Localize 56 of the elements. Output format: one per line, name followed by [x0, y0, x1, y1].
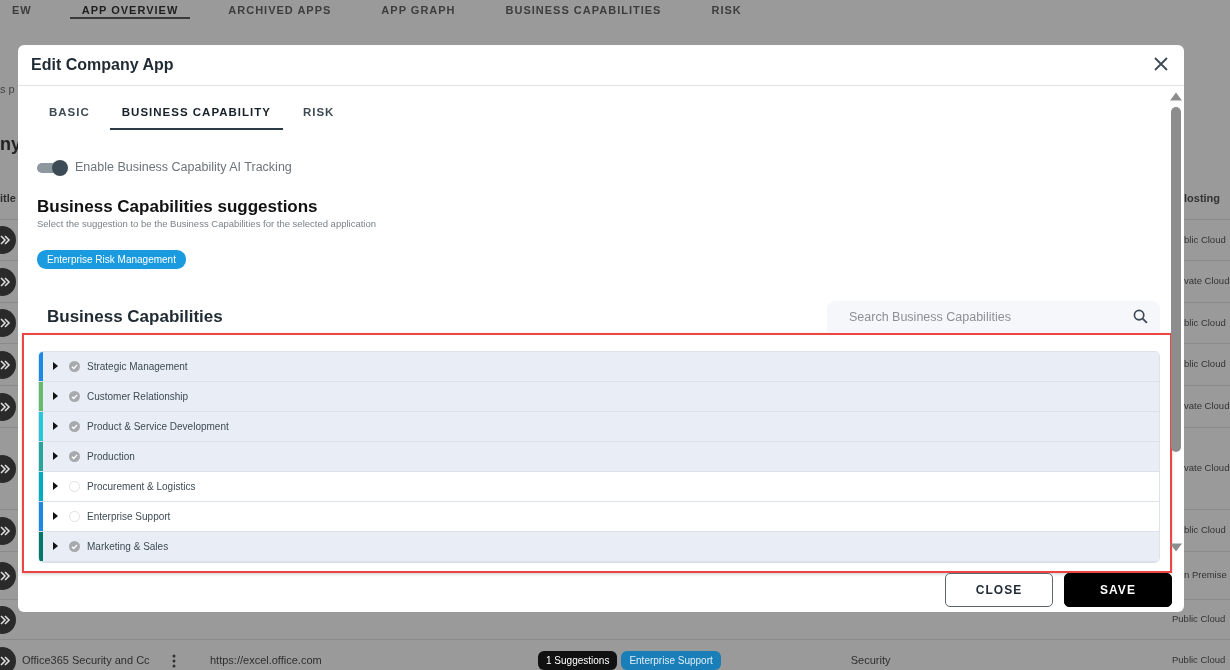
hosting-text: Public Cloud — [1172, 654, 1226, 666]
dialog-title: Edit Company App — [31, 55, 174, 75]
hosting-text: vate Cloud — [1184, 462, 1230, 474]
column-header: losting — [1184, 192, 1221, 205]
section-heading: Business Capabilities suggestions — [37, 197, 319, 218]
empty-circle-icon — [69, 480, 80, 492]
category-text: Security — [850, 653, 891, 669]
nav-tab[interactable]: ARCHIVED APPS — [216, 0, 344, 19]
app-url: https://excel.office.com — [210, 653, 323, 669]
nav-tab[interactable]: BUSINESS CAPABILITIES — [493, 0, 674, 19]
section-heading: Business Capabilities — [46, 306, 223, 329]
close-button[interactable]: CLOSE — [945, 572, 1053, 607]
tab[interactable]: BASIC — [37, 96, 102, 131]
scroll-up-arrow-icon — [1170, 92, 1182, 101]
toggle-label: Enable Business Capability AI Tracking — [75, 159, 292, 177]
check-circle-icon — [69, 390, 80, 402]
nav-tab[interactable]: RISK — [699, 0, 754, 19]
hosting-text: blic Cloud — [1184, 358, 1226, 370]
scroll-down-arrow-icon — [1170, 543, 1182, 552]
search-box[interactable]: Search Business Capabilities — [827, 300, 1160, 333]
tree-item[interactable]: Production — [39, 441, 1159, 472]
check-circle-icon — [69, 420, 80, 432]
toggle-switch[interactable] — [37, 159, 69, 176]
tree-item[interactable]: Marketing & Sales — [39, 531, 1159, 562]
tab[interactable]: BUSINESS CAPABILITY — [109, 96, 283, 131]
check-circle-icon — [69, 360, 80, 372]
tree-item[interactable]: Customer Relationship — [39, 381, 1159, 412]
hosting-text: Public Cloud — [1172, 613, 1226, 625]
search-field[interactable]: Search Business Capabilities — [847, 301, 1133, 332]
search-icon — [1133, 309, 1148, 325]
tree-item[interactable]: Procurement & Logistics — [39, 471, 1159, 502]
nav-tab[interactable]: APP GRAPH — [369, 0, 468, 19]
intro-text: s p — [0, 83, 15, 95]
capability-tag: Enterprise Support — [621, 651, 721, 670]
hosting-text: vate Cloud — [1184, 275, 1230, 287]
hosting-text: vate Cloud — [1184, 400, 1230, 412]
tree-item[interactable]: Strategic Management — [39, 351, 1159, 382]
hosting-text: blic Cloud — [1184, 316, 1226, 328]
suggestions-count[interactable]: 1 Suggestions — [538, 651, 618, 670]
tree-item[interactable]: Product & Service Development — [39, 411, 1159, 442]
section-subtitle: Select the suggestion to be the Business Capabilities for the selected application — [37, 217, 378, 232]
column-header: itle — [0, 191, 16, 207]
empty-circle-icon — [69, 510, 80, 522]
nav-tab[interactable]: APP OVERVIEW — [69, 0, 191, 19]
check-circle-icon — [69, 450, 80, 462]
kebab-menu-icon[interactable] — [172, 653, 176, 668]
nav-tab[interactable]: EW — [0, 0, 44, 19]
check-circle-icon — [69, 540, 80, 552]
hosting-text: n Premise — [1184, 569, 1227, 581]
save-button[interactable]: SAVE — [1064, 572, 1172, 607]
tab[interactable]: RISK — [290, 96, 347, 131]
scrollbar-thumb[interactable] — [1171, 107, 1181, 452]
app-title: Office365 Security and Cc — [22, 653, 151, 669]
hosting-text: blic Cloud — [1184, 233, 1226, 245]
tree-item[interactable]: Enterprise Support — [39, 501, 1159, 532]
hosting-text: blic Cloud — [1184, 524, 1226, 536]
